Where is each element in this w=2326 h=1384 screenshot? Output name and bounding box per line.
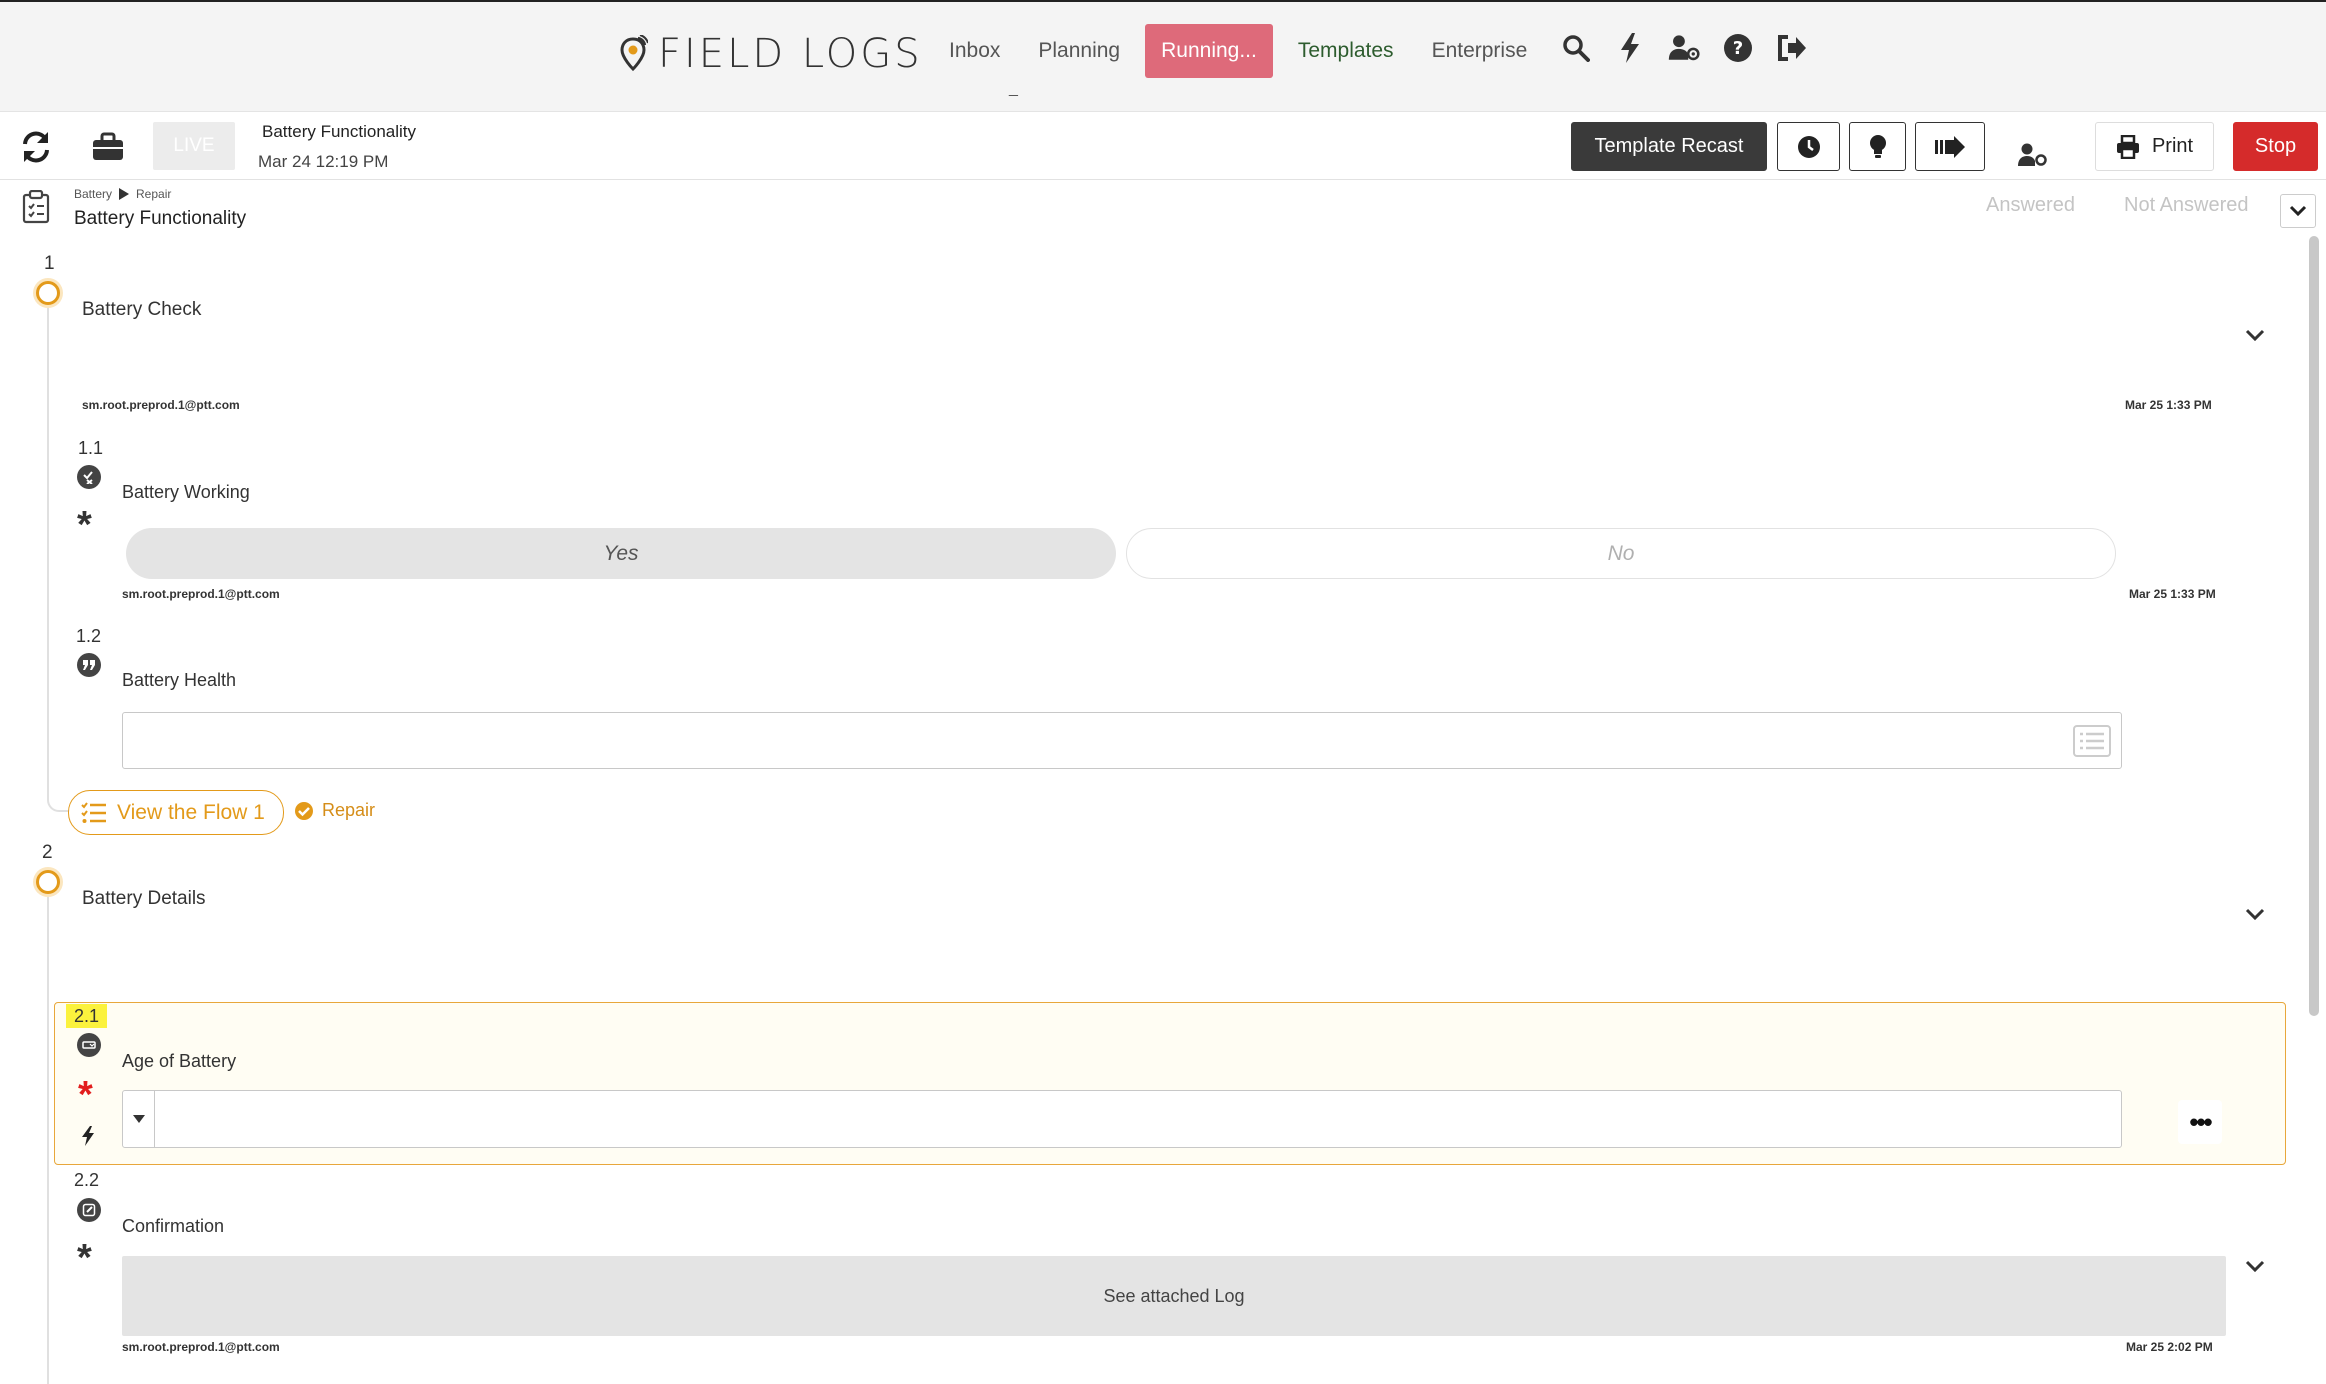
section-number: 2 [42,842,53,863]
nav-inbox[interactable]: Inbox [930,24,1019,78]
signature-icon [77,1198,101,1222]
section-collapse-button[interactable] [2241,321,2269,349]
chevron-down-icon [2245,1260,2265,1272]
section-status-dot [36,870,60,894]
age-of-battery-select[interactable] [122,1090,2122,1148]
answered-by: sm.root.preprod.1@ptt.com [122,587,280,601]
toolbar: LIVE Battery Functionality Mar 24 12:19 … [0,112,2326,180]
more-options-button[interactable]: ••• [2178,1100,2222,1144]
stop-button[interactable]: Stop [2233,122,2318,171]
svg-text:?: ? [1733,38,1743,59]
timeline-line [47,894,49,1384]
question-collapse-button[interactable] [2241,1252,2269,1280]
printer-icon [2116,134,2139,159]
nav-planning[interactable]: Planning [1019,24,1139,78]
timeline-branch [47,780,69,812]
forward-icon [1935,135,1965,158]
yes-no-icon [77,465,101,489]
tasks-icon [81,801,106,823]
nav-enterprise[interactable]: Enterprise [1413,24,1547,78]
bolt-icon [80,1125,96,1152]
chevron-down-icon [2245,329,2265,341]
choice-yes[interactable]: Yes [126,528,1116,579]
choice-no[interactable]: No [1126,528,2116,579]
clock-icon [1797,135,1820,158]
answered-by: sm.root.preprod.1@ptt.com [82,398,240,412]
logo[interactable]: FIELD LOGS [618,30,923,78]
caret-down-icon[interactable] [123,1091,155,1147]
lightbulb-button[interactable] [1849,122,1906,171]
logout-icon[interactable] [1776,30,1808,66]
main-nav: Inbox Planning Running... Templates Ente… [930,24,1546,78]
refresh-icon[interactable] [18,130,54,164]
chevron-down-icon [2289,205,2307,217]
required-asterisk: * [78,1074,93,1116]
filter-answered[interactable]: Answered [1986,194,2075,217]
chevron-down-icon [2245,908,2265,920]
checklist-icon [22,189,50,229]
timeline-line [47,306,49,784]
more-icon: ••• [2189,1106,2212,1137]
clock-button[interactable] [1777,122,1840,171]
section-title: Battery Details [82,888,206,909]
section-collapse-button[interactable] [2241,900,2269,928]
live-badge: LIVE [153,122,235,170]
question-number: 1.2 [76,626,102,646]
question-number: 2.1 [66,1004,108,1028]
answered-at: Mar 25 1:33 PM [2125,398,2212,412]
attached-log-button[interactable]: See attached Log [122,1256,2226,1336]
section-number: 1 [44,253,55,274]
nav-icons: ? [1560,30,1808,66]
question-number: 2.2 [74,1170,100,1190]
print-button[interactable]: Print [2095,122,2214,171]
filter-not-answered[interactable]: Not Answered [2124,194,2249,217]
battery-health-input[interactable] [122,712,2122,769]
help-icon[interactable]: ? [1722,30,1754,66]
answered-by: sm.root.preprod.1@ptt.com [122,1340,280,1354]
question-number: 1.1 [78,438,104,458]
section-title: Battery Check [82,299,202,320]
view-flow-label: View the Flow 1 [117,800,265,824]
filter-toggle-button[interactable] [2280,194,2316,228]
question-label: Battery Health [122,670,237,690]
search-icon[interactable] [1560,30,1592,66]
list-icon[interactable] [2073,725,2111,757]
page-title: Battery Functionality [74,208,247,229]
section-status-dot [36,281,60,305]
view-flow-button[interactable]: View the Flow 1 [68,790,284,835]
nav-underscore: _ [1009,80,1018,97]
document-title: Battery Functionality [262,122,417,141]
check-circle-icon [295,801,313,820]
required-asterisk: * [77,1237,92,1279]
question-label: Battery Working [122,482,250,502]
breadcrumb-item[interactable]: Repair [136,187,171,201]
repair-flow-label: Repair [322,800,376,820]
user-gear-icon[interactable] [2014,138,2050,172]
document-date: Mar 24 12:19 PM [258,152,389,171]
top-navbar: FIELD LOGS Inbox Planning Running... Tem… [0,0,2326,112]
repair-flow-link[interactable]: Repair [294,800,375,821]
nav-templates[interactable]: Templates [1279,24,1413,78]
caret-right-icon [119,188,130,200]
location-pin-icon [620,35,648,72]
breadcrumb: Battery Repair [74,187,171,201]
question-label: Age of Battery [122,1051,237,1071]
question-label: Confirmation [122,1216,225,1236]
logo-text: FIELD LOGS [658,31,923,77]
answered-at: Mar 25 2:02 PM [2126,1340,2213,1354]
lightbulb-icon [1869,134,1886,158]
template-recast-button[interactable]: Template Recast [1571,122,1767,171]
briefcase-icon[interactable] [90,130,126,164]
quote-icon [77,653,101,677]
dropdown-icon [77,1033,101,1057]
bolt-icon[interactable] [1614,30,1646,66]
nav-running[interactable]: Running... [1145,24,1273,78]
print-label: Print [2151,135,2194,157]
user-settings-icon[interactable] [1668,30,1700,66]
scrollbar-thumb[interactable] [2309,236,2319,1016]
forward-button[interactable] [1915,122,1985,171]
answered-at: Mar 25 1:33 PM [2129,587,2216,601]
required-asterisk: * [77,504,92,546]
breadcrumb-item[interactable]: Battery [74,187,112,201]
